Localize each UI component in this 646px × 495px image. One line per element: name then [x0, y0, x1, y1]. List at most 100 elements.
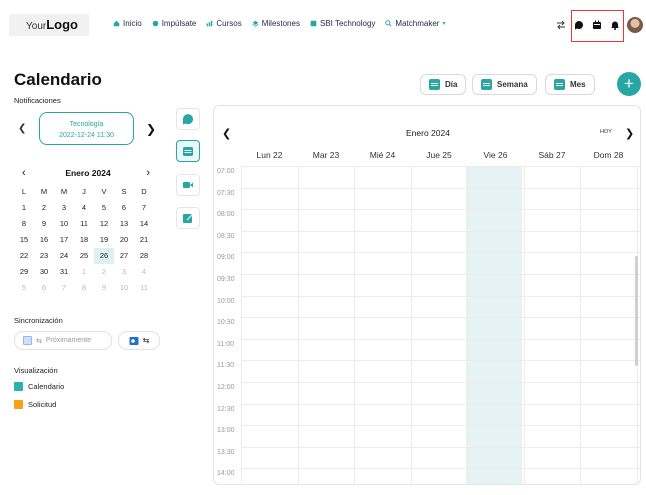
highlight-annotation: [571, 10, 624, 42]
mini-calendar-day[interactable]: 27: [114, 248, 134, 264]
nav-link-label: Milestones: [261, 19, 300, 28]
calendar-icon: [183, 147, 193, 156]
mini-calendar-day[interactable]: 6: [114, 200, 134, 216]
today-button[interactable]: HOY: [600, 129, 612, 135]
time-grid[interactable]: 07:00 07:30 08:00 08:30 09:00 09:30 10:00 10:30…: [214, 166, 640, 484]
mini-calendar-day[interactable]: 12: [94, 216, 114, 232]
mini-calendar-day[interactable]: 18: [74, 232, 94, 248]
mini-calendar-day[interactable]: 10: [54, 216, 74, 232]
nav-link-impulsate[interactable]: Impúlsate: [152, 19, 196, 28]
mini-calendar-day[interactable]: 1: [14, 200, 34, 216]
chat-rail-button[interactable]: [176, 108, 200, 130]
mini-calendar-day[interactable]: 15: [14, 232, 34, 248]
mini-calendar-day[interactable]: 5: [14, 280, 34, 296]
weekday-label: V: [101, 187, 107, 196]
mini-calendar-day[interactable]: 4: [134, 264, 154, 280]
mini-calendar-day[interactable]: 11: [74, 216, 94, 232]
edit-rail-button[interactable]: [176, 207, 200, 229]
mini-calendar-day[interactable]: 23: [34, 248, 54, 264]
row-divider: [241, 317, 640, 319]
calendar-rail-button[interactable]: [176, 140, 200, 162]
mini-calendar-day[interactable]: 8: [74, 280, 94, 296]
mini-calendar-day[interactable]: 3: [54, 200, 74, 216]
mini-calendar-day[interactable]: 4: [74, 200, 94, 216]
add-event-button[interactable]: +: [617, 72, 641, 96]
nav-links: Inicio Impúlsate Cursos Milestones SBI T…: [113, 19, 445, 28]
mini-calendar-day[interactable]: 25: [74, 248, 94, 264]
video-rail-button[interactable]: [176, 174, 200, 196]
chevron-left-icon[interactable]: ‹: [22, 167, 26, 179]
month-view-button[interactable]: Mes: [545, 74, 595, 95]
mini-calendar-day[interactable]: 30: [34, 264, 54, 280]
weekday-label: L: [21, 187, 27, 196]
avatar[interactable]: [627, 17, 643, 33]
mini-calendar-day[interactable]: 26: [94, 248, 114, 264]
chevron-right-icon[interactable]: ❯: [146, 122, 156, 136]
mini-calendar-day[interactable]: 7: [54, 280, 74, 296]
legend-item-calendario[interactable]: Calendario: [14, 382, 64, 391]
mini-calendar-header: ‹ Enero 2024 ›: [14, 167, 162, 180]
time-label: 09:00: [217, 254, 235, 262]
nav-link-cursos[interactable]: Cursos: [206, 19, 242, 28]
mini-calendar-day[interactable]: 16: [34, 232, 54, 248]
mini-calendar-day[interactable]: 19: [94, 232, 114, 248]
mini-calendar-day[interactable]: 28: [134, 248, 154, 264]
calendar-icon: [481, 79, 492, 90]
mini-calendar-day[interactable]: 6: [34, 280, 54, 296]
day-header: Mié 24: [369, 150, 396, 160]
mini-calendar-day[interactable]: 21: [134, 232, 154, 248]
mini-calendar-day[interactable]: 7: [134, 200, 154, 216]
mini-calendar-grid: L M M J V S D 1 2 3 4 5 6 7 8 9 10 11 12 13 14 15 16 17 18 19 20 21…: [14, 184, 162, 296]
swap-icon[interactable]: [555, 19, 567, 31]
time-label: 11:00: [217, 340, 234, 348]
nav-link-sbi-technology[interactable]: SBI Technology: [310, 19, 375, 28]
mini-calendar-day[interactable]: 1: [74, 264, 94, 280]
nav-link-milestones[interactable]: Milestones: [252, 19, 300, 28]
chevron-right-icon[interactable]: ›: [146, 167, 150, 179]
mini-calendar-day[interactable]: 5: [94, 200, 114, 216]
swap-icon: ⇆: [36, 337, 42, 345]
mini-calendar-day[interactable]: 20: [114, 232, 134, 248]
layers-icon: [252, 20, 259, 27]
mini-calendar-day[interactable]: 24: [54, 248, 74, 264]
mini-calendar-day[interactable]: 3: [114, 264, 134, 280]
mini-calendar-day[interactable]: 13: [114, 216, 134, 232]
outlook-sync-button[interactable]: ⇆: [118, 331, 160, 350]
time-label: 10:00: [217, 297, 235, 305]
google-calendar-icon: [23, 336, 32, 345]
row-divider: [241, 425, 640, 427]
chevron-right-icon[interactable]: ❯: [625, 127, 634, 140]
mini-calendar-day[interactable]: 9: [94, 280, 114, 296]
mini-calendar-day[interactable]: 8: [14, 216, 34, 232]
nav-link-inicio[interactable]: Inicio: [113, 19, 142, 28]
mini-calendar-day[interactable]: 10: [114, 280, 134, 296]
mini-calendar-day[interactable]: 9: [34, 216, 54, 232]
scrollbar[interactable]: [635, 256, 638, 366]
mini-calendar-day[interactable]: 2: [94, 264, 114, 280]
chevron-left-icon[interactable]: ❮: [18, 123, 26, 134]
nav-link-matchmaker[interactable]: Matchmaker ▾: [385, 19, 445, 28]
mini-calendar-day[interactable]: 22: [14, 248, 34, 264]
time-label: 10:30: [217, 319, 235, 327]
time-label: 07:30: [217, 189, 235, 197]
mini-calendar-day[interactable]: 29: [14, 264, 34, 280]
row-divider: [241, 403, 640, 405]
mini-calendar-day[interactable]: 2: [34, 200, 54, 216]
mini-calendar-day[interactable]: 11: [134, 280, 154, 296]
column-divider: [523, 166, 525, 484]
mini-calendar-day[interactable]: 17: [54, 232, 74, 248]
week-view-button[interactable]: Semana: [472, 74, 537, 95]
mini-calendar-day[interactable]: 14: [134, 216, 154, 232]
outlook-icon: [129, 336, 139, 345]
weekday-label: D: [141, 187, 147, 196]
column-divider: [410, 166, 412, 484]
notification-card[interactable]: Tecnología 2022-12-24 11:30: [39, 112, 134, 145]
sync-label: Sincronización: [14, 316, 63, 325]
column-divider: [241, 166, 242, 484]
legend-item-solicitud[interactable]: Solicitud: [14, 400, 56, 409]
time-label: 14:00: [217, 470, 235, 478]
day-view-button[interactable]: Día: [420, 74, 467, 95]
mini-calendar-day[interactable]: 31: [54, 264, 74, 280]
row-divider: [241, 338, 640, 340]
logo[interactable]: YourLogo: [9, 14, 89, 36]
